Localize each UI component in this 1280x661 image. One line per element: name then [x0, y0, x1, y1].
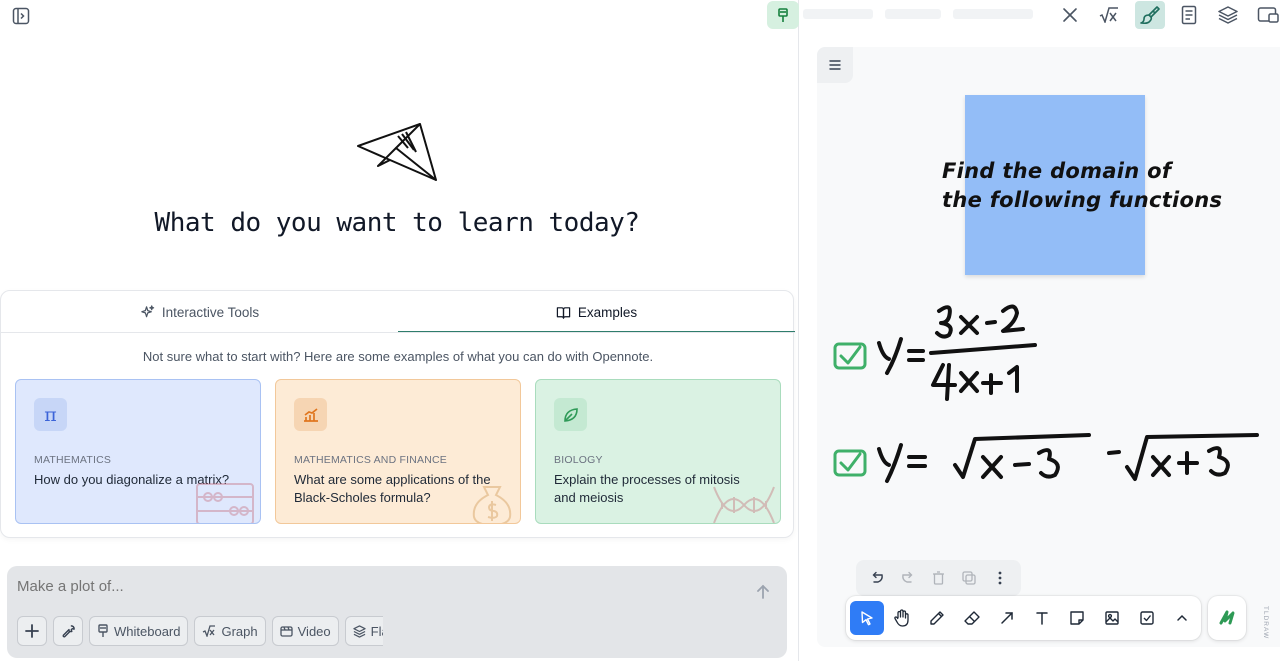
layers-icon[interactable] [1213, 1, 1243, 29]
trash-icon[interactable] [925, 565, 951, 591]
example-category: BIOLOGY [554, 454, 603, 466]
brush-icon[interactable] [1135, 1, 1165, 29]
pin-icon [778, 7, 788, 22]
tool-label: Video [297, 623, 331, 639]
prompt-input[interactable] [17, 578, 717, 595]
top-toolbar [767, 0, 1280, 30]
dna-icon [713, 486, 775, 523]
select-icon[interactable] [850, 601, 884, 635]
film-icon [279, 626, 293, 637]
abacus-icon [196, 483, 254, 523]
sparkles-icon [141, 304, 155, 317]
layers-icon [352, 624, 366, 638]
drawing-toolbar [846, 596, 1201, 640]
tool-label: Graph [221, 623, 258, 639]
tldraw-watermark: TLDRAW [1262, 606, 1269, 640]
image-icon[interactable] [1095, 601, 1129, 635]
tabs-divider [1, 332, 795, 333]
panel-divider[interactable] [798, 0, 799, 661]
example-category: MATHEMATICS AND FINANCE [294, 454, 447, 466]
wrench-icon [62, 624, 75, 637]
sticky-line: Find the domain of [942, 159, 1172, 183]
undo-icon[interactable] [864, 565, 890, 591]
tool-label: Flas [370, 623, 383, 639]
tab-interactive-tools[interactable]: Interactive Tools [1, 291, 398, 333]
examples-card: Interactive Tools Examples Not sure what… [0, 290, 795, 538]
faded-tab-labels [803, 9, 1033, 21]
tool-flashcards-button[interactable]: Flas [344, 616, 383, 646]
whiteboard-tab[interactable] [767, 1, 799, 29]
note-icon[interactable] [1060, 601, 1094, 635]
example-card-biology[interactable]: BIOLOGY Explain the processes of mitosis… [535, 379, 781, 524]
tool-whiteboard-button[interactable]: Whiteboard [89, 616, 189, 646]
example-category: MATHEMATICS [34, 454, 112, 466]
hand-icon[interactable] [885, 601, 919, 635]
sqrt-x-icon[interactable] [1094, 1, 1124, 29]
close-icon[interactable] [1055, 1, 1085, 29]
app-root: What do you want to learn today? Interac… [0, 0, 1280, 661]
composer: Whiteboard Graph Video Flas [7, 566, 787, 658]
tab-label: Interactive Tools [161, 304, 260, 320]
pin-icon [98, 624, 108, 637]
add-attachment-button[interactable] [17, 616, 47, 646]
duplicate-icon[interactable] [956, 565, 982, 591]
more-options-icon[interactable] [987, 565, 1013, 591]
tool-video-button[interactable]: Video [271, 616, 339, 646]
tab-examples[interactable]: Examples [398, 291, 795, 333]
example-card-finance[interactable]: MATHEMATICS AND FINANCE What are some ap… [275, 379, 521, 524]
tab-label: Examples [577, 304, 638, 320]
text-icon[interactable] [1025, 601, 1059, 635]
pencil-icon[interactable] [920, 601, 954, 635]
window-icon[interactable] [1253, 1, 1280, 29]
chevron-up-icon[interactable] [1165, 601, 1199, 635]
sticky-note-text[interactable]: Find the domain of the following functio… [942, 157, 1242, 215]
style-color-button[interactable] [1208, 596, 1246, 640]
pi-icon: π [34, 398, 67, 431]
scribble-icon [1219, 610, 1235, 625]
selection-actions [856, 560, 1021, 596]
redo-icon[interactable] [895, 565, 921, 591]
notes-icon[interactable] [1174, 1, 1204, 29]
eraser-icon[interactable] [955, 601, 989, 635]
plus-icon [25, 624, 39, 638]
money-bag-icon [472, 486, 512, 523]
composer-tools: Whiteboard Graph Video Flas [17, 616, 383, 648]
arrow-icon[interactable] [990, 601, 1024, 635]
sidebar-toggle-icon[interactable] [10, 5, 32, 27]
tool-label: Whiteboard [114, 623, 181, 639]
examples-intro: Not sure what to start with? Here are so… [142, 349, 654, 364]
example-card-mathematics[interactable]: π MATHEMATICS How do you diagonalize a m… [15, 379, 261, 524]
sqrt-x-icon [203, 625, 216, 637]
paper-plane-icon [352, 118, 444, 188]
chart-icon [294, 398, 327, 431]
whiteboard-canvas[interactable]: Find the domain of the following functio… [817, 47, 1280, 647]
hero-title: What do you want to learn today? [154, 208, 640, 238]
handwritten-equations[interactable] [817, 287, 1280, 507]
tool-graph-button[interactable]: Graph [194, 616, 266, 646]
send-arrow-icon[interactable] [753, 582, 773, 602]
book-open-icon [556, 306, 571, 319]
tab-bar: Interactive Tools Examples [1, 291, 795, 333]
leaf-icon [554, 398, 587, 431]
checkbox-icon[interactable] [1130, 601, 1164, 635]
chat-panel: What do you want to learn today? Interac… [0, 0, 798, 661]
sticky-line: the following functions [942, 188, 1223, 212]
tools-settings-button[interactable] [53, 616, 83, 646]
menu-icon[interactable] [817, 47, 853, 83]
